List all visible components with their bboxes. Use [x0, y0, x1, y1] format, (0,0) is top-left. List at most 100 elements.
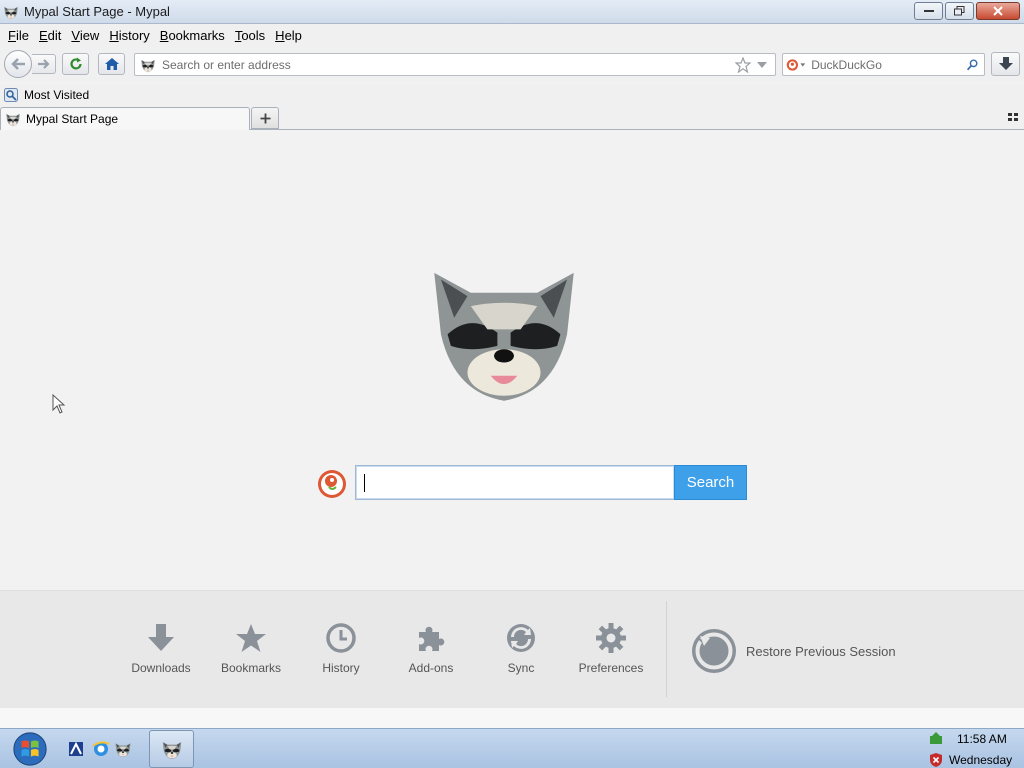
- text-caret: [364, 474, 365, 492]
- restore-button[interactable]: [945, 2, 974, 20]
- start-page-search: Search: [317, 465, 747, 501]
- bookmarks-toolbar: Most Visited: [0, 84, 1024, 106]
- launcher-history[interactable]: History: [301, 621, 381, 675]
- launcher-label: History: [322, 661, 360, 675]
- clock-icon: [326, 623, 356, 653]
- downloads-button[interactable]: [991, 52, 1020, 76]
- windows-start-icon[interactable]: [10, 730, 50, 768]
- launcher-bar: Downloads Bookmarks History Add-ons Sync…: [0, 590, 1024, 708]
- menu-bookmarks[interactable]: Bookmarks: [155, 28, 230, 43]
- duckduckgo-engine-icon[interactable]: [786, 57, 806, 73]
- magnifier-icon[interactable]: [966, 57, 979, 73]
- puzzle-icon: [419, 626, 445, 651]
- quicklaunch-app-icon[interactable]: [67, 740, 85, 758]
- reload-button[interactable]: [62, 53, 89, 75]
- tab-title: Mypal Start Page: [26, 112, 119, 126]
- menu-label: iew: [79, 27, 100, 43]
- content-footer: [0, 708, 1024, 728]
- launcher-label: Add-ons: [408, 661, 454, 675]
- menu-label: ools: [241, 27, 266, 43]
- internet-explorer-icon[interactable]: [92, 740, 110, 758]
- security-alert-icon[interactable]: [928, 752, 944, 768]
- forward-arrow-icon: [37, 59, 50, 69]
- menu-view[interactable]: View: [66, 28, 104, 43]
- menu-accel: F: [8, 27, 16, 43]
- start-search-input[interactable]: [355, 465, 674, 500]
- mypal-app-icon: [4, 6, 18, 19]
- clock-day[interactable]: Wednesday: [949, 753, 1012, 767]
- url-dropdown-icon[interactable]: [755, 60, 769, 70]
- restore-icon: [954, 6, 965, 16]
- window-title: Mypal Start Page - Mypal: [24, 4, 170, 19]
- menu-history[interactable]: History: [104, 28, 154, 43]
- gear-icon: [596, 623, 626, 653]
- search-engine-input[interactable]: [811, 57, 967, 72]
- most-visited-label: Most Visited: [24, 88, 90, 102]
- tab-favicon-icon: [6, 113, 20, 127]
- menu-bar: File Edit View History Bookmarks Tools H…: [0, 24, 1024, 46]
- network-icon[interactable]: [928, 732, 944, 746]
- list-all-tabs-icon[interactable]: [1008, 112, 1018, 122]
- menu-accel: V: [71, 27, 80, 43]
- launcher-downloads[interactable]: Downloads: [121, 621, 201, 675]
- tab-mypal-start-page[interactable]: Mypal Start Page: [0, 107, 250, 130]
- search-bar[interactable]: [782, 53, 985, 76]
- window-controls: [914, 2, 1020, 20]
- launcher-preferences[interactable]: Preferences: [571, 621, 651, 675]
- most-visited-folder[interactable]: Most Visited: [4, 88, 89, 102]
- taskbar-mypal-window[interactable]: [149, 730, 194, 768]
- bookmark-star-icon[interactable]: [735, 56, 751, 73]
- search-button[interactable]: Search: [674, 465, 747, 500]
- close-icon: [993, 6, 1003, 16]
- menu-edit[interactable]: Edit: [34, 28, 66, 43]
- launcher-label: Bookmarks: [220, 661, 282, 675]
- menu-accel: E: [38, 27, 48, 43]
- mypal-quicklaunch-icon[interactable]: [114, 740, 132, 758]
- menu-label: ookmarks: [168, 27, 225, 43]
- forward-button[interactable]: [32, 54, 56, 74]
- minimize-button[interactable]: [914, 2, 943, 20]
- site-identity-icon: [141, 59, 155, 72]
- address-bar[interactable]: [134, 53, 776, 76]
- new-tab-button[interactable]: [251, 107, 279, 129]
- menu-accel: H: [275, 27, 285, 43]
- clock-time[interactable]: 11:58 AM: [957, 732, 1007, 746]
- restore-session-button[interactable]: Restore Previous Session: [690, 627, 896, 675]
- menu-file[interactable]: File: [3, 28, 34, 43]
- home-icon: [104, 58, 119, 70]
- menu-label: ile: [15, 27, 29, 43]
- title-bar: Mypal Start Page - Mypal: [0, 0, 1024, 24]
- minimize-icon: [923, 10, 934, 12]
- star-icon: [236, 624, 266, 652]
- reload-icon: [69, 57, 82, 70]
- launcher-bookmarks[interactable]: Bookmarks: [211, 621, 291, 675]
- windows-taskbar: 11:58 AM Wednesday: [0, 728, 1024, 768]
- close-button[interactable]: [976, 2, 1020, 20]
- launcher-sync[interactable]: Sync: [481, 621, 561, 675]
- launcher-divider: [666, 601, 667, 697]
- download-icon: [148, 624, 174, 651]
- url-input[interactable]: [162, 57, 735, 72]
- menu-label: dit: [47, 27, 62, 43]
- navigation-toolbar: [0, 46, 1024, 82]
- menu-accel: H: [109, 27, 119, 43]
- menu-label: elp: [284, 27, 302, 43]
- home-button[interactable]: [98, 53, 125, 75]
- start-page-content: Search Downloads Bookmarks History Add-o…: [0, 130, 1024, 728]
- raccoon-mascot-logo: [434, 272, 574, 401]
- plus-icon: [260, 113, 270, 123]
- launcher-label: Downloads: [131, 661, 191, 675]
- mouse-cursor-icon: [52, 394, 66, 414]
- launcher-add-ons[interactable]: Add-ons: [391, 621, 471, 675]
- back-arrow-icon: [11, 58, 25, 70]
- back-button[interactable]: [4, 50, 32, 78]
- tab-bar: Mypal Start Page: [0, 106, 1024, 130]
- sync-icon: [507, 624, 535, 652]
- menu-tools[interactable]: Tools: [230, 28, 270, 43]
- menu-help[interactable]: Help: [270, 28, 307, 43]
- restore-session-label: Restore Previous Session: [746, 643, 896, 659]
- duckduckgo-logo-icon: [318, 470, 346, 498]
- download-arrow-icon: [998, 57, 1013, 70]
- launcher-label: Sync: [507, 661, 535, 675]
- system-tray: 11:58 AM Wednesday: [925, 730, 1024, 768]
